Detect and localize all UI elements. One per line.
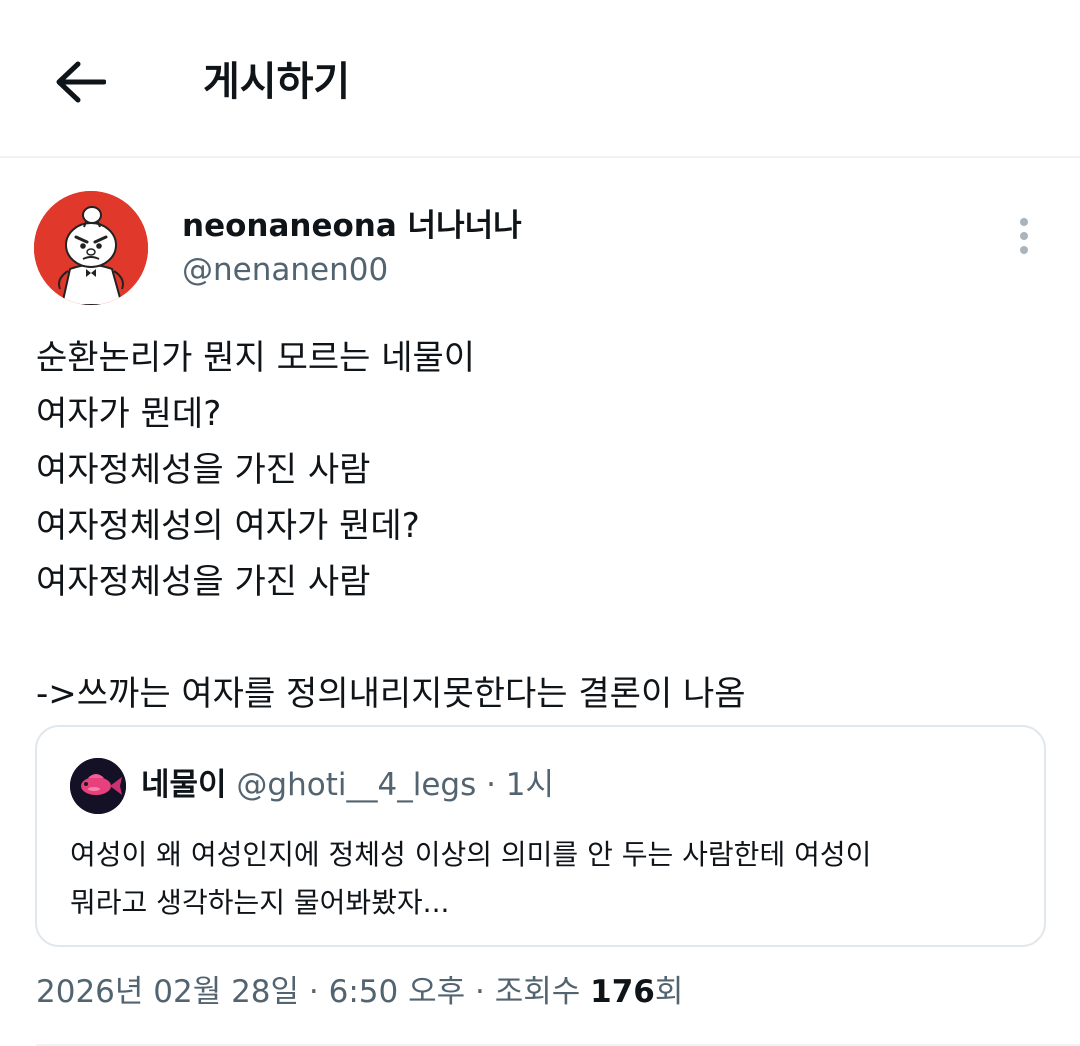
post-text-line: 순환논리가 뭔지 모르는 네물이	[36, 338, 476, 378]
views-count: 176	[590, 974, 655, 1010]
post-text-line: 여자정체성의 여자가 뭔데?	[36, 506, 420, 546]
quoted-post-card[interactable]: 네물이 @ghoti__4_legs · 1시 여성이 왜 여성인지에 정체성 …	[35, 725, 1046, 947]
arrow-left-icon	[56, 61, 106, 103]
post-date: 2026년 02월 28일	[36, 974, 300, 1010]
back-button[interactable]	[44, 46, 116, 118]
quote-text: 여성이 왜 여성인지에 정체성 이상의 의미를 안 두는 사람한테 여성이 뭐라…	[70, 831, 1020, 927]
author-handle[interactable]: @nenanen00	[182, 250, 388, 290]
post-text: 순환논리가 뭔지 모르는 네물이 여자가 뭔데? 여자정체성을 가진 사람 여자…	[36, 330, 1046, 722]
post-meta: 2026년 02월 28일 · 6:50 오후 · 조회수 176회	[36, 970, 683, 1014]
post-text-line: ->쓰까는 여자를 정의내리지못한다는 결론이 나옴	[36, 674, 746, 714]
author-name[interactable]: neonaneona 너나너나	[182, 205, 522, 247]
more-options-button[interactable]	[1000, 212, 1048, 260]
fish-avatar	[70, 758, 126, 814]
quote-author-avatar	[70, 758, 126, 814]
more-vertical-icon	[1020, 218, 1028, 254]
quote-header: 네물이 @ghoti__4_legs · 1시	[141, 763, 554, 807]
quote-separator: ·	[486, 767, 506, 803]
post-time: 6:50 오후	[328, 974, 466, 1010]
quote-author-name: 네물이	[141, 767, 227, 803]
post-text-line: 여자가 뭔데?	[36, 394, 222, 434]
views-label: 조회수	[494, 974, 591, 1010]
little-my-avatar	[34, 191, 148, 305]
top-bar: 게시하기	[0, 0, 1080, 158]
quote-time: 1시	[505, 767, 555, 803]
post-text-line: 여자정체성을 가진 사람	[36, 562, 371, 602]
meta-separator: ·	[475, 974, 495, 1010]
page-title: 게시하기	[203, 59, 351, 105]
quote-author-handle: @ghoti__4_legs	[236, 767, 477, 803]
post-text-line: 여자정체성을 가진 사람	[36, 450, 371, 490]
author-avatar[interactable]	[34, 191, 148, 305]
views-suffix: 회	[654, 974, 684, 1010]
post-text-blank-line	[36, 610, 1046, 666]
quote-text-line: 뭐라고 생각하는지 물어봐봤자...	[70, 886, 450, 919]
quote-text-line: 여성이 왜 여성인지에 정체성 이상의 의미를 안 두는 사람한테 여성이	[70, 838, 872, 871]
meta-separator: ·	[308, 974, 329, 1010]
